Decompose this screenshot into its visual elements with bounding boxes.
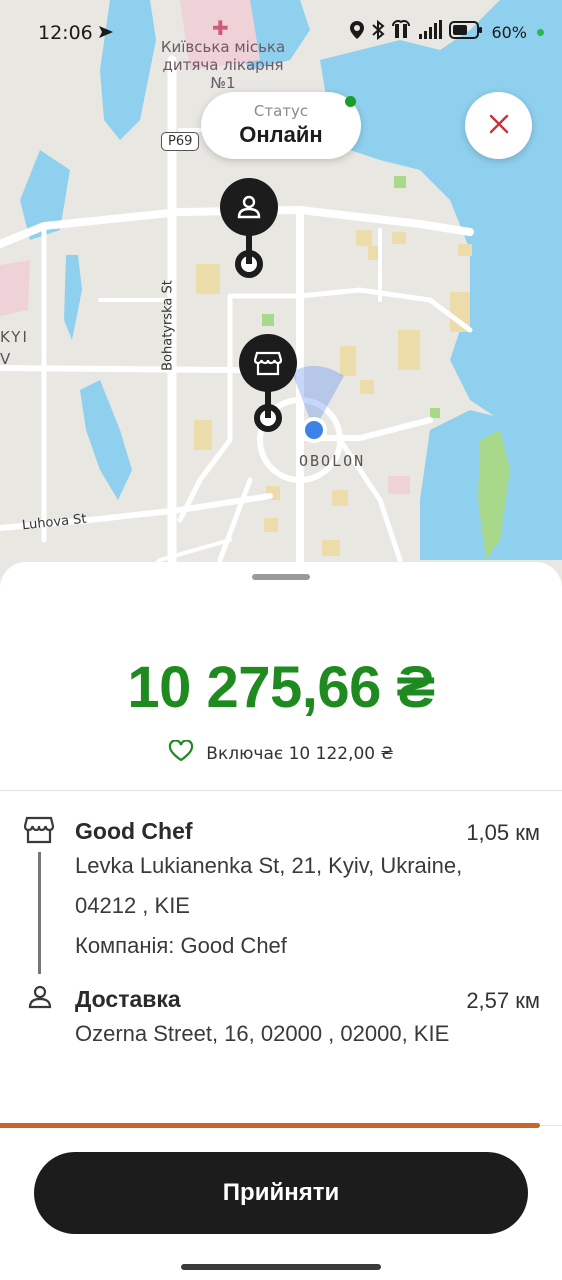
pickup-address-line2: 04212 , KIE <box>75 893 190 918</box>
online-indicator-dot <box>345 96 356 107</box>
amount-includes: Включає 10 122,00 ₴ <box>0 739 562 767</box>
accept-button[interactable]: Прийняти <box>34 1152 528 1234</box>
store-icon <box>239 334 297 392</box>
dropoff-marker[interactable] <box>220 178 278 278</box>
pickup-marker[interactable] <box>239 334 297 432</box>
person-icon <box>220 178 278 236</box>
map-view[interactable]: ✚ Київська міська дитяча лікарня №1 P69 … <box>0 0 562 600</box>
home-indicator[interactable] <box>181 1264 381 1270</box>
status-value: Онлайн <box>239 122 323 147</box>
accept-timer-bar <box>0 1123 540 1128</box>
pickup-company: Компанія: Good Chef <box>75 933 287 958</box>
battery-icon <box>449 21 483 43</box>
road-badge: P69 <box>161 132 200 151</box>
send-icon <box>98 24 114 43</box>
divider <box>0 790 562 791</box>
dropoff-name: Доставка <box>75 986 181 1012</box>
status-label: Статус <box>253 102 309 120</box>
includes-text: Включає 10 122,00 ₴ <box>206 743 394 764</box>
pickup-name: Good Chef <box>75 818 193 844</box>
close-icon <box>488 113 510 139</box>
map-label-district: OBOLON <box>299 452 366 470</box>
status-bar: 12:06 60% <box>0 0 562 66</box>
signal-icon <box>417 20 443 44</box>
order-bottom-sheet: 10 275,66 ₴ Включає 10 122,00 ₴ Good Che… <box>0 562 562 1280</box>
map-label-partial-left: KYI V <box>0 328 29 368</box>
sheet-grabber[interactable] <box>252 574 310 580</box>
hotspot-icon <box>391 20 411 44</box>
status-time: 12:06 <box>38 22 93 44</box>
online-status-toggle[interactable]: Статус Онлайн <box>201 92 361 159</box>
pickup-distance: 1,05 км <box>466 820 540 845</box>
marker-point <box>235 250 263 278</box>
store-icon <box>23 816 55 848</box>
bluetooth-icon <box>371 19 385 44</box>
route-connector-line <box>38 852 41 974</box>
close-button[interactable] <box>465 92 532 159</box>
battery-percent: 60% <box>491 22 527 42</box>
dropoff-address: Ozerna Street, 16, 02000 , 02000, KIE <box>75 1021 450 1046</box>
privacy-indicator-dot <box>537 28 544 36</box>
map-label-street-bohatyrska: Bohatyrska St <box>160 280 176 371</box>
pickup-address-line1: Levka Lukianenka St, 21, Kyiv, Ukraine, <box>75 853 463 878</box>
heart-icon <box>168 739 194 767</box>
dropoff-distance: 2,57 км <box>466 988 540 1013</box>
marker-point <box>254 404 282 432</box>
order-amount: 10 275,66 ₴ <box>127 655 435 720</box>
person-icon <box>27 984 53 1014</box>
location-icon <box>349 20 365 44</box>
